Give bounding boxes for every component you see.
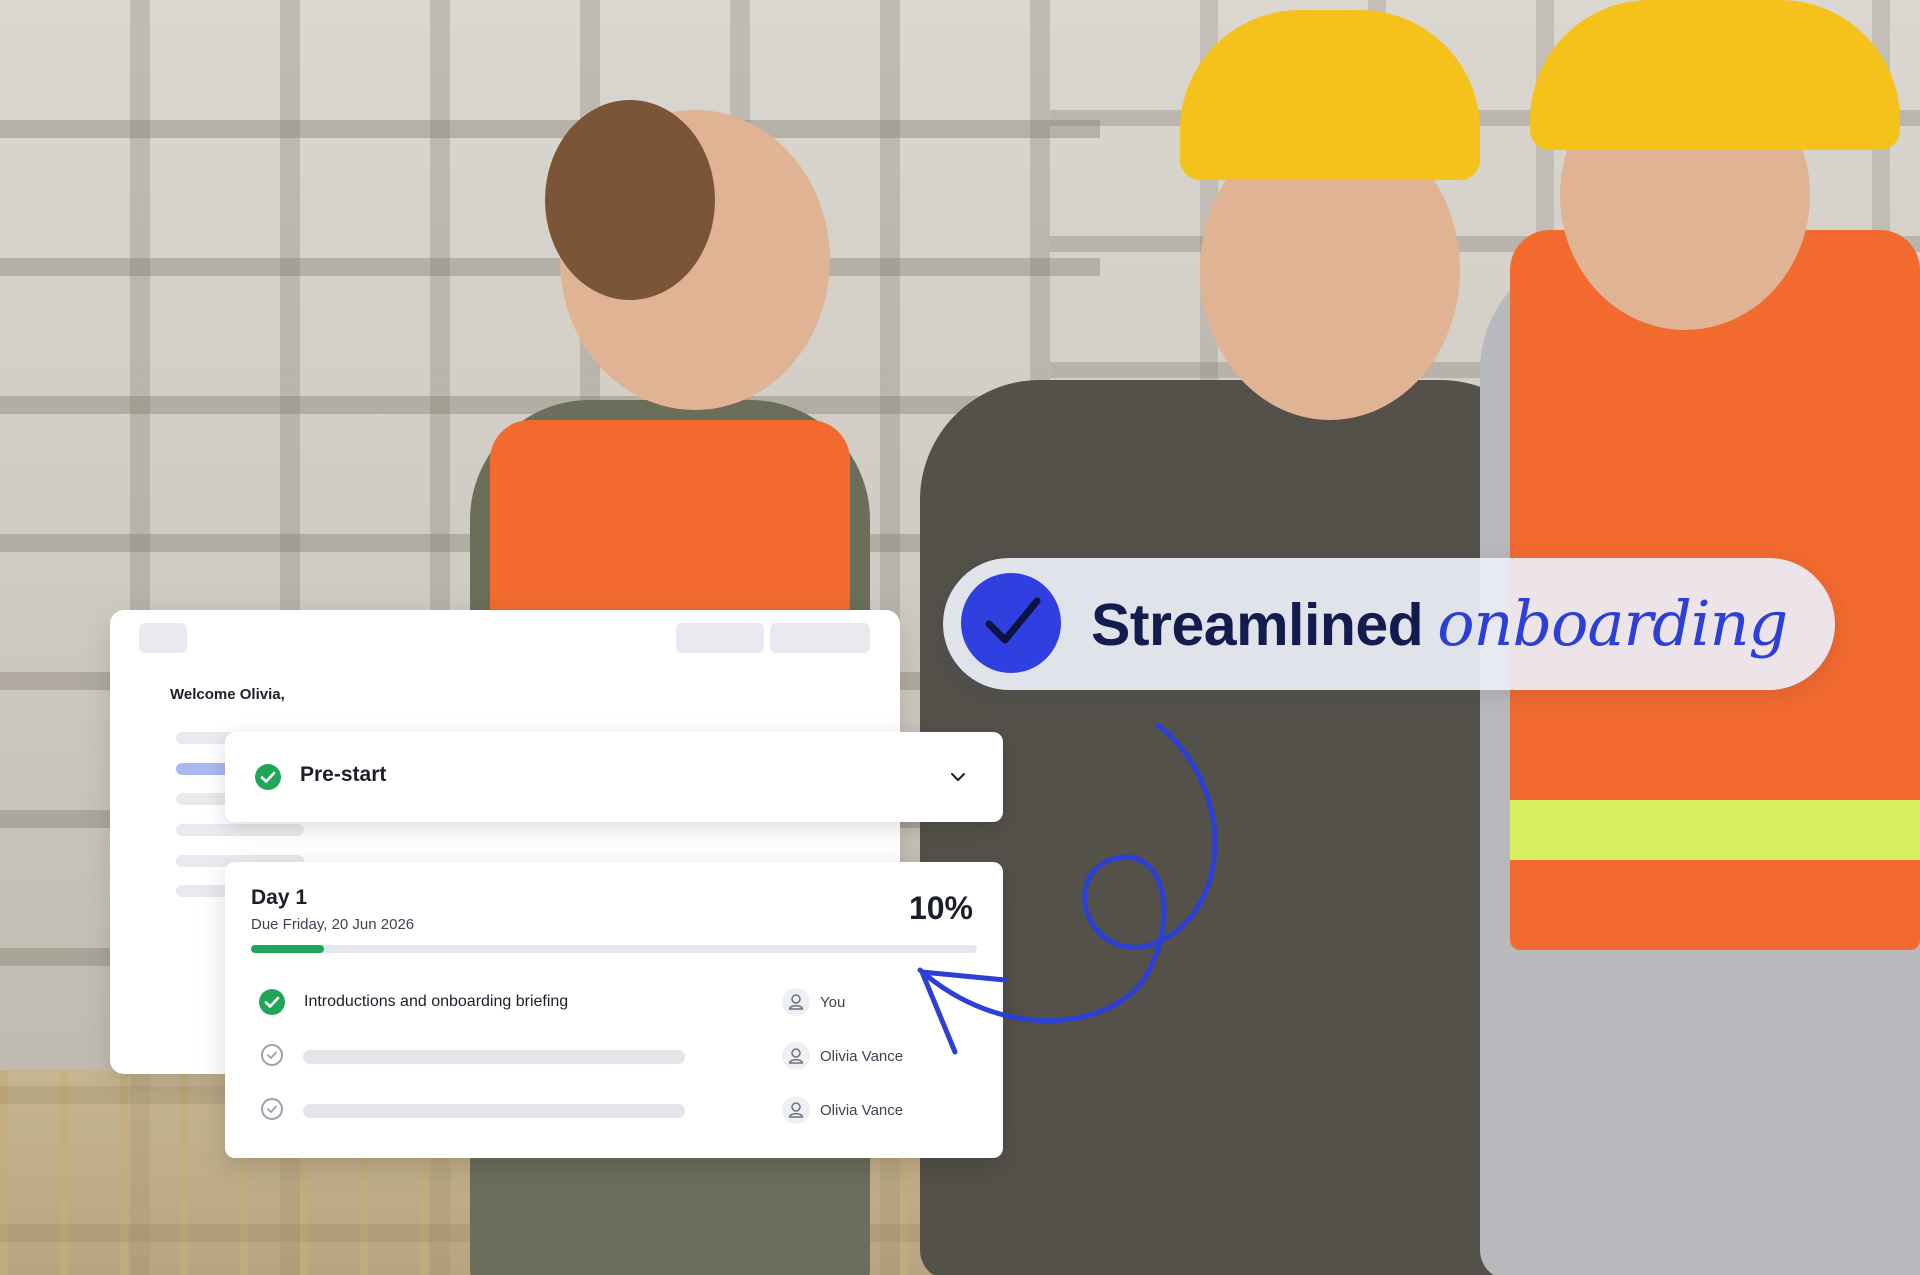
- task-row[interactable]: Olivia Vance: [225, 1036, 1003, 1076]
- header-button-placeholder[interactable]: [676, 623, 764, 653]
- badge-script-word: onboarding: [1437, 587, 1788, 660]
- check-circle-icon: [961, 573, 1061, 673]
- streamlined-onboarding-badge: Streamlined onboarding: [943, 558, 1835, 690]
- task-label-placeholder: [303, 1050, 685, 1064]
- assignee-name: Olivia Vance: [820, 1102, 904, 1119]
- user-icon: [782, 988, 810, 1016]
- badge-title: Streamlined: [1091, 592, 1424, 658]
- task-label: Introductions and onboarding briefing: [304, 993, 569, 1010]
- progress-bar: [251, 945, 977, 953]
- header-button-placeholder[interactable]: [770, 623, 870, 653]
- logo-placeholder: [139, 623, 187, 653]
- check-circle-outline-icon[interactable]: [261, 1098, 283, 1120]
- task-row[interactable]: Olivia Vance: [225, 1090, 1003, 1130]
- day-one-section: Day 1 Due Friday, 20 Jun 2026 10% Introd…: [225, 862, 1003, 1158]
- progress-fill: [251, 945, 324, 953]
- welcome-greeting: Welcome Olivia,: [170, 686, 285, 703]
- task-row[interactable]: Introductions and onboarding briefing Yo…: [225, 982, 1003, 1022]
- check-circle-icon: [255, 764, 281, 790]
- prestart-section[interactable]: Pre-start: [225, 732, 1003, 822]
- check-circle-outline-icon[interactable]: [261, 1044, 283, 1066]
- due-date: Due Friday, 20 Jun 2026: [251, 916, 415, 933]
- badge-headline: Streamlined onboarding: [1091, 587, 1788, 660]
- prestart-title: Pre-start: [300, 763, 387, 786]
- day-title: Day 1: [251, 886, 308, 909]
- user-icon: [782, 1042, 810, 1070]
- assignee-name: Olivia Vance: [820, 1048, 904, 1065]
- assignee-name: You: [820, 994, 846, 1011]
- task-label-placeholder: [303, 1104, 685, 1118]
- check-circle-icon[interactable]: [259, 989, 285, 1015]
- nav-item-placeholder[interactable]: [176, 824, 304, 836]
- chevron-down-icon[interactable]: [945, 764, 971, 790]
- user-icon: [782, 1096, 810, 1124]
- progress-percent: 10%: [908, 890, 973, 926]
